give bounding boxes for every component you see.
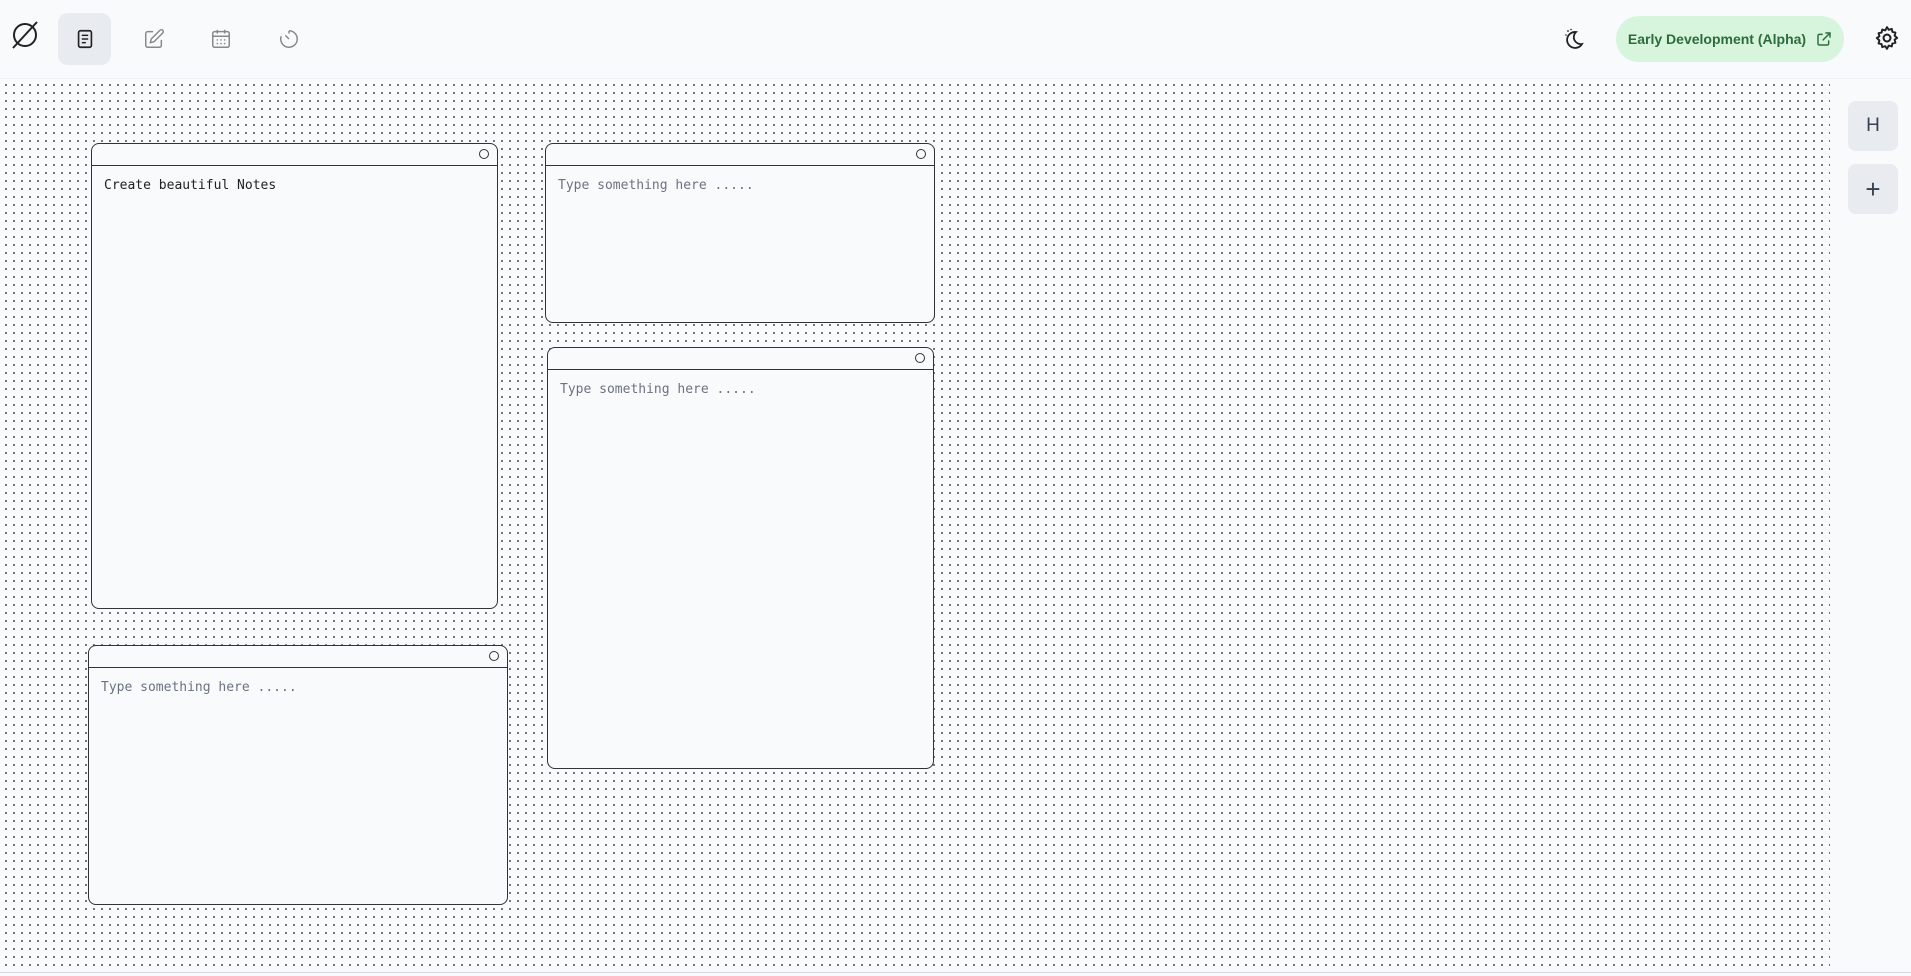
note-close-button[interactable]: [489, 651, 499, 661]
theme-toggle-button[interactable]: [1554, 17, 1596, 61]
calendar-icon: [212, 29, 230, 48]
empty-set-icon[interactable]: [6, 16, 44, 54]
note-textarea[interactable]: [92, 166, 497, 608]
document-icon: [77, 29, 92, 49]
note-card[interactable]: [91, 143, 498, 609]
note-card[interactable]: [547, 347, 934, 769]
heading-button-label: H: [1866, 115, 1880, 136]
note-drag-handle[interactable]: [546, 144, 934, 166]
note-textarea[interactable]: [89, 668, 507, 904]
note-card[interactable]: [88, 645, 508, 905]
top-bar: Early Development (Alpha): [0, 0, 1911, 79]
nav-timer-button[interactable]: [268, 17, 310, 61]
nav-notes-button[interactable]: [58, 13, 111, 65]
nav-calendar-button[interactable]: [200, 17, 242, 61]
note-textarea[interactable]: [548, 370, 933, 768]
note-close-button[interactable]: [916, 149, 926, 159]
note-drag-handle[interactable]: [548, 348, 933, 370]
note-close-button[interactable]: [915, 353, 925, 363]
note-card[interactable]: [545, 143, 935, 323]
settings-button[interactable]: [1866, 16, 1908, 60]
note-drag-handle[interactable]: [92, 144, 497, 166]
badge-label: Early Development (Alpha): [1627, 31, 1807, 47]
external-link-icon: [1817, 32, 1831, 46]
alpha-badge-link[interactable]: Early Development (Alpha): [1616, 16, 1844, 62]
pencil-square-icon: [145, 29, 164, 48]
note-close-button[interactable]: [479, 149, 489, 159]
nav-editor-button[interactable]: [133, 17, 175, 61]
bottom-divider: [0, 972, 1911, 973]
timer-icon: [280, 30, 298, 48]
plus-icon: +: [1865, 173, 1881, 204]
gear-icon: [1875, 26, 1899, 50]
note-drag-handle[interactable]: [89, 646, 507, 668]
moon-stars-icon: [1565, 28, 1584, 49]
heading-button[interactable]: H: [1848, 101, 1898, 151]
note-textarea[interactable]: [546, 166, 934, 322]
add-note-button[interactable]: +: [1848, 164, 1898, 214]
